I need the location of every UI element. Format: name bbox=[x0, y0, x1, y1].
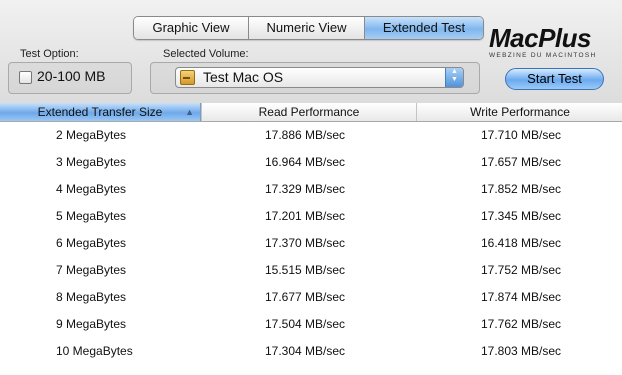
cell-read: 17.201 MB/sec bbox=[265, 209, 346, 223]
logo-title: MacPlus bbox=[489, 23, 592, 53]
table-row[interactable]: 6 MegaBytes 17.370 MB/sec 16.418 MB/sec bbox=[0, 230, 622, 257]
cell-size: 10 MegaBytes bbox=[56, 344, 133, 358]
cell-read: 15.515 MB/sec bbox=[265, 263, 346, 277]
results-table: 2 MegaBytes 17.886 MB/sec 17.710 MB/sec … bbox=[0, 122, 622, 365]
column-header-read[interactable]: Read Performance bbox=[201, 103, 416, 121]
column-header-transfer-size-label: Extended Transfer Size bbox=[37, 105, 163, 119]
toolbar: Graphic View Numeric View Extended Test … bbox=[0, 0, 622, 104]
cell-write: 17.852 MB/sec bbox=[481, 182, 562, 196]
cell-write: 17.657 MB/sec bbox=[481, 155, 562, 169]
cell-read: 17.329 MB/sec bbox=[265, 182, 346, 196]
volume-popup[interactable]: Test Mac OS ▲ ▼ bbox=[175, 67, 464, 88]
table-row[interactable]: 5 MegaBytes 17.201 MB/sec 17.345 MB/sec bbox=[0, 203, 622, 230]
table-row[interactable]: 2 MegaBytes 17.886 MB/sec 17.710 MB/sec bbox=[0, 122, 622, 149]
cell-write: 16.418 MB/sec bbox=[481, 236, 562, 250]
test-option-checkbox-label: 20-100 MB bbox=[37, 68, 106, 84]
table-row[interactable]: 10 MegaBytes 17.304 MB/sec 17.803 MB/sec bbox=[0, 338, 622, 365]
hard-disk-icon bbox=[180, 70, 195, 85]
column-header-write[interactable]: Write Performance bbox=[416, 103, 622, 121]
column-header-transfer-size[interactable]: Extended Transfer Size ▲ bbox=[0, 103, 201, 121]
view-segmented-control: Graphic View Numeric View Extended Test bbox=[133, 16, 484, 40]
tab-graphic-view[interactable]: Graphic View bbox=[134, 17, 249, 39]
table-row[interactable]: 4 MegaBytes 17.329 MB/sec 17.852 MB/sec bbox=[0, 176, 622, 203]
cell-size: 4 MegaBytes bbox=[56, 182, 127, 196]
cell-size: 5 MegaBytes bbox=[56, 209, 127, 223]
cell-write: 17.762 MB/sec bbox=[481, 317, 562, 331]
cell-write: 17.710 MB/sec bbox=[481, 128, 562, 142]
table-header: Extended Transfer Size ▲ Read Performanc… bbox=[0, 103, 622, 122]
cell-read: 17.304 MB/sec bbox=[265, 344, 346, 358]
up-down-arrows-icon: ▲ ▼ bbox=[445, 68, 463, 87]
tab-numeric-view[interactable]: Numeric View bbox=[249, 17, 365, 39]
selected-volume-label: Selected Volume: bbox=[163, 48, 249, 60]
test-option-checkbox[interactable] bbox=[19, 71, 32, 84]
cell-write: 17.345 MB/sec bbox=[481, 209, 562, 223]
cell-size: 7 MegaBytes bbox=[56, 263, 127, 277]
cell-read: 17.677 MB/sec bbox=[265, 290, 346, 304]
cell-size: 8 MegaBytes bbox=[56, 290, 127, 304]
cell-write: 17.803 MB/sec bbox=[481, 344, 562, 358]
sort-ascending-icon: ▲ bbox=[185, 107, 194, 117]
cell-size: 6 MegaBytes bbox=[56, 236, 127, 250]
cell-size: 2 MegaBytes bbox=[56, 128, 127, 142]
cell-read: 17.504 MB/sec bbox=[265, 317, 346, 331]
macplus-logo: MacPlus WEBZINE DU MACINTOSH bbox=[489, 24, 609, 59]
tab-extended-test[interactable]: Extended Test bbox=[365, 17, 483, 39]
table-row[interactable]: 7 MegaBytes 15.515 MB/sec 17.752 MB/sec bbox=[0, 257, 622, 284]
cell-write: 17.874 MB/sec bbox=[481, 290, 562, 304]
volume-popup-value: Test Mac OS bbox=[203, 69, 284, 85]
test-option-label: Test Option: bbox=[20, 48, 79, 60]
logo-subtitle: WEBZINE DU MACINTOSH bbox=[489, 52, 597, 59]
cell-read: 17.886 MB/sec bbox=[265, 128, 346, 142]
table-row[interactable]: 9 MegaBytes 17.504 MB/sec 17.762 MB/sec bbox=[0, 311, 622, 338]
cell-size: 9 MegaBytes bbox=[56, 317, 127, 331]
cell-read: 16.964 MB/sec bbox=[265, 155, 346, 169]
cell-size: 3 MegaBytes bbox=[56, 155, 127, 169]
table-row[interactable]: 8 MegaBytes 17.677 MB/sec 17.874 MB/sec bbox=[0, 284, 622, 311]
cell-read: 17.370 MB/sec bbox=[265, 236, 346, 250]
start-test-button[interactable]: Start Test bbox=[505, 68, 604, 90]
cell-write: 17.752 MB/sec bbox=[481, 263, 562, 277]
table-row[interactable]: 3 MegaBytes 16.964 MB/sec 17.657 MB/sec bbox=[0, 149, 622, 176]
